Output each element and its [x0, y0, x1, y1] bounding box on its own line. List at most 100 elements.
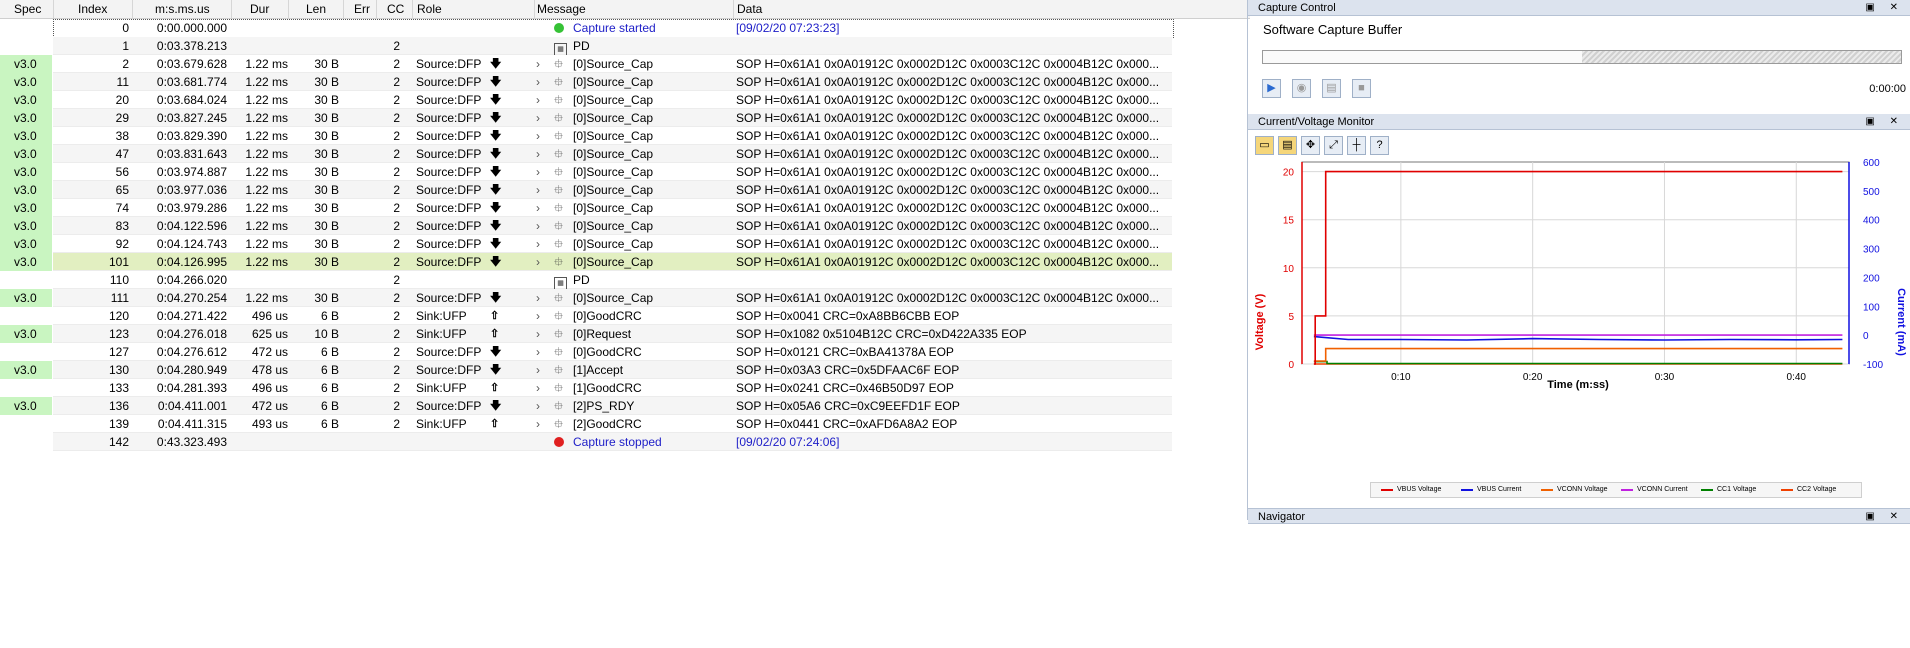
table-row[interactable]: v3.0 20 0:03.684.024 1.22 ms 30 B 2 Source:DFP…	[0, 91, 1250, 109]
row-data: SOP H=0x61A1 0x0A01912C 0x0002D12C 0x000…	[736, 57, 1160, 71]
col-cc[interactable]: CC	[387, 2, 404, 16]
expand-chevron-icon[interactable]: ›	[536, 235, 548, 253]
navigator-panel: Navigator ▣ ✕	[1248, 508, 1910, 524]
row-timestamp: 0:03.681.774	[156, 75, 227, 89]
table-row[interactable]: v3.0 65 0:03.977.036 1.22 ms 30 B 2 Source:DFP…	[0, 181, 1250, 199]
row-data: SOP H=0x61A1 0x0A01912C 0x0002D12C 0x000…	[736, 93, 1160, 107]
record-icon[interactable]: ◉	[1292, 79, 1311, 98]
expand-chevron-icon[interactable]: ›	[536, 163, 548, 181]
arrow-down-icon: 🡇	[490, 148, 502, 160]
table-row[interactable]: 110 0:04.266.020 2 ▦ PD	[0, 271, 1250, 289]
usb-icon: ⯐	[554, 165, 564, 179]
row-timestamp: 0:03.679.628	[156, 57, 227, 71]
row-duration: 1.22 ms	[245, 75, 288, 89]
row-message: [0]Source_Cap	[573, 219, 654, 233]
usb-icon: ⯐	[554, 147, 564, 161]
legend-item[interactable]: CC2 Voltage	[1777, 483, 1836, 497]
usb-icon: ⯐	[554, 291, 564, 305]
panel-splitter[interactable]	[1247, 0, 1248, 520]
table-row[interactable]: 127 0:04.276.612 472 us 6 B 2 Source:DFP 🡇 › ⯐ [0…	[0, 343, 1250, 361]
legend-item[interactable]: VCONN Current	[1617, 483, 1688, 497]
spec-badge	[0, 271, 52, 289]
row-duration: 1.22 ms	[245, 237, 288, 251]
stop-icon[interactable]: ■	[1352, 79, 1371, 98]
table-row[interactable]: v3.0 2 0:03.679.628 1.22 ms 30 B 2 Source:DFP 🡇…	[0, 55, 1250, 73]
table-row[interactable]: v3.0 29 0:03.827.245 1.22 ms 30 B 2 Source:DFP…	[0, 109, 1250, 127]
table-row[interactable]: v3.0 123 0:04.276.018 625 us 10 B 2 Sink:UFP ⇧ ›…	[0, 325, 1250, 343]
play-icon[interactable]: ▶	[1262, 79, 1281, 98]
expand-chevron-icon[interactable]: ›	[536, 109, 548, 127]
expand-chevron-icon[interactable]: ›	[536, 289, 548, 307]
row-length	[292, 19, 339, 37]
row-message: [0]GoodCRC	[573, 309, 642, 323]
row-length: 30 B	[314, 75, 339, 89]
expand-chevron-icon[interactable]: ›	[536, 361, 548, 379]
row-index: 101	[108, 255, 129, 269]
row-data: SOP H=0x0041 CRC=0xA8BB6CBB EOP	[736, 309, 960, 323]
col-spec[interactable]: Spec	[14, 2, 41, 16]
table-row[interactable]: 133 0:04.281.393 496 us 6 B 2 Sink:UFP ⇧ › ⯐ [1]G…	[0, 379, 1250, 397]
expand-chevron-icon[interactable]: ›	[536, 145, 548, 163]
row-duration: 496 us	[251, 381, 288, 395]
col-len[interactable]: Len	[306, 2, 326, 16]
row-timestamp: 0:04.124.743	[156, 237, 227, 251]
expand-chevron-icon[interactable]: ›	[536, 127, 548, 145]
table-row[interactable]: v3.0 111 0:04.270.254 1.22 ms 30 B 2 Source:DF…	[0, 289, 1250, 307]
col-time[interactable]: m:s.ms.us	[155, 2, 210, 16]
expand-chevron-icon[interactable]: ›	[536, 217, 548, 235]
expand-chevron-icon[interactable]: ›	[536, 253, 548, 271]
expand-chevron-icon[interactable]: ›	[536, 307, 548, 325]
table-row[interactable]: v3.0 38 0:03.829.390 1.22 ms 30 B 2 Source:DFP…	[0, 127, 1250, 145]
col-dur[interactable]: Dur	[250, 2, 269, 16]
table-row[interactable]: 1 0:03.378.213 2 ▦ PD	[0, 37, 1250, 55]
col-data[interactable]: Data	[737, 2, 762, 16]
panel-window-buttons[interactable]: ▣ ✕	[1865, 114, 1904, 130]
table-row[interactable]: 120 0:04.271.422 496 us 6 B 2 Sink:UFP ⇧ › ⯐ [0]G…	[0, 307, 1250, 325]
table-row[interactable]: v3.0 56 0:03.974.887 1.22 ms 30 B 2 Source:DFP…	[0, 163, 1250, 181]
expand-chevron-icon[interactable]: ›	[536, 199, 548, 217]
row-timestamp: 0:43.323.493	[156, 435, 227, 449]
panel-window-buttons[interactable]: ▣ ✕	[1865, 509, 1904, 525]
row-index: 92	[115, 237, 129, 251]
legend-item[interactable]: VCONN Voltage	[1537, 483, 1608, 497]
expand-chevron-icon[interactable]: ›	[536, 415, 548, 433]
expand-chevron-icon[interactable]: ›	[536, 73, 548, 91]
legend-item[interactable]: CC1 Voltage	[1697, 483, 1756, 497]
table-row[interactable]: v3.0 83 0:04.122.596 1.22 ms 30 B 2 Source:DFP…	[0, 217, 1250, 235]
expand-chevron-icon[interactable]: ›	[536, 55, 548, 73]
table-row[interactable]: v3.0 11 0:03.681.774 1.22 ms 30 B 2 Source:DFP…	[0, 73, 1250, 91]
spec-badge: v3.0	[0, 253, 52, 271]
table-row[interactable]: v3.0 130 0:04.280.949 478 us 6 B 2 Source:DFP 🡇…	[0, 361, 1250, 379]
table-row[interactable]: 139 0:04.411.315 493 us 6 B 2 Sink:UFP ⇧ › ⯐ [2]G…	[0, 415, 1250, 433]
legend-item[interactable]: VBUS Voltage	[1377, 483, 1441, 497]
panel-window-buttons[interactable]: ▣ ✕	[1865, 0, 1904, 16]
table-row[interactable]: v3.0 101 0:04.126.995 1.22 ms 30 B 2 Source:DF…	[0, 253, 1250, 271]
expand-chevron-icon[interactable]: ›	[536, 91, 548, 109]
table-row[interactable]: 0 0:00.000.000 Capture started [09/02/20 07…	[0, 19, 1250, 38]
table-row[interactable]: v3.0 92 0:04.124.743 1.22 ms 30 B 2 Source:DFP…	[0, 235, 1250, 253]
row-timestamp: 0:04.280.949	[156, 363, 227, 377]
col-message[interactable]: Message	[537, 2, 586, 16]
x-tick-label: 0:30	[1655, 372, 1675, 383]
row-data: SOP H=0x61A1 0x0A01912C 0x0002D12C 0x000…	[736, 165, 1160, 179]
col-index[interactable]: Index	[78, 2, 107, 16]
navigator-title-text: Navigator	[1258, 511, 1306, 523]
row-index: 65	[115, 183, 129, 197]
row-timestamp: 0:04.122.596	[156, 219, 227, 233]
table-row[interactable]: v3.0 47 0:03.831.643 1.22 ms 30 B 2 Source:DFP…	[0, 145, 1250, 163]
table-row[interactable]: v3.0 136 0:04.411.001 472 us 6 B 2 Source:DFP 🡇…	[0, 397, 1250, 415]
table-row[interactable]: v3.0 74 0:03.979.286 1.22 ms 30 B 2 Source:DFP…	[0, 199, 1250, 217]
cv-monitor-title-text: Current/Voltage Monitor	[1258, 116, 1375, 128]
col-err[interactable]: Err	[354, 2, 370, 16]
export-icon[interactable]: ▤	[1322, 79, 1341, 98]
col-role[interactable]: Role	[417, 2, 442, 16]
table-row[interactable]: 142 0:43.323.493 Capture stopped [09/02/20 …	[0, 433, 1250, 451]
expand-chevron-icon[interactable]: ›	[536, 325, 548, 343]
row-timestamp: 0:03.974.887	[156, 165, 227, 179]
expand-chevron-icon[interactable]: ›	[536, 397, 548, 415]
row-role: Source:DFP	[416, 201, 482, 215]
legend-item[interactable]: VBUS Current	[1457, 483, 1521, 497]
expand-chevron-icon[interactable]: ›	[536, 181, 548, 199]
expand-chevron-icon[interactable]: ›	[536, 379, 548, 397]
expand-chevron-icon[interactable]: ›	[536, 343, 548, 361]
